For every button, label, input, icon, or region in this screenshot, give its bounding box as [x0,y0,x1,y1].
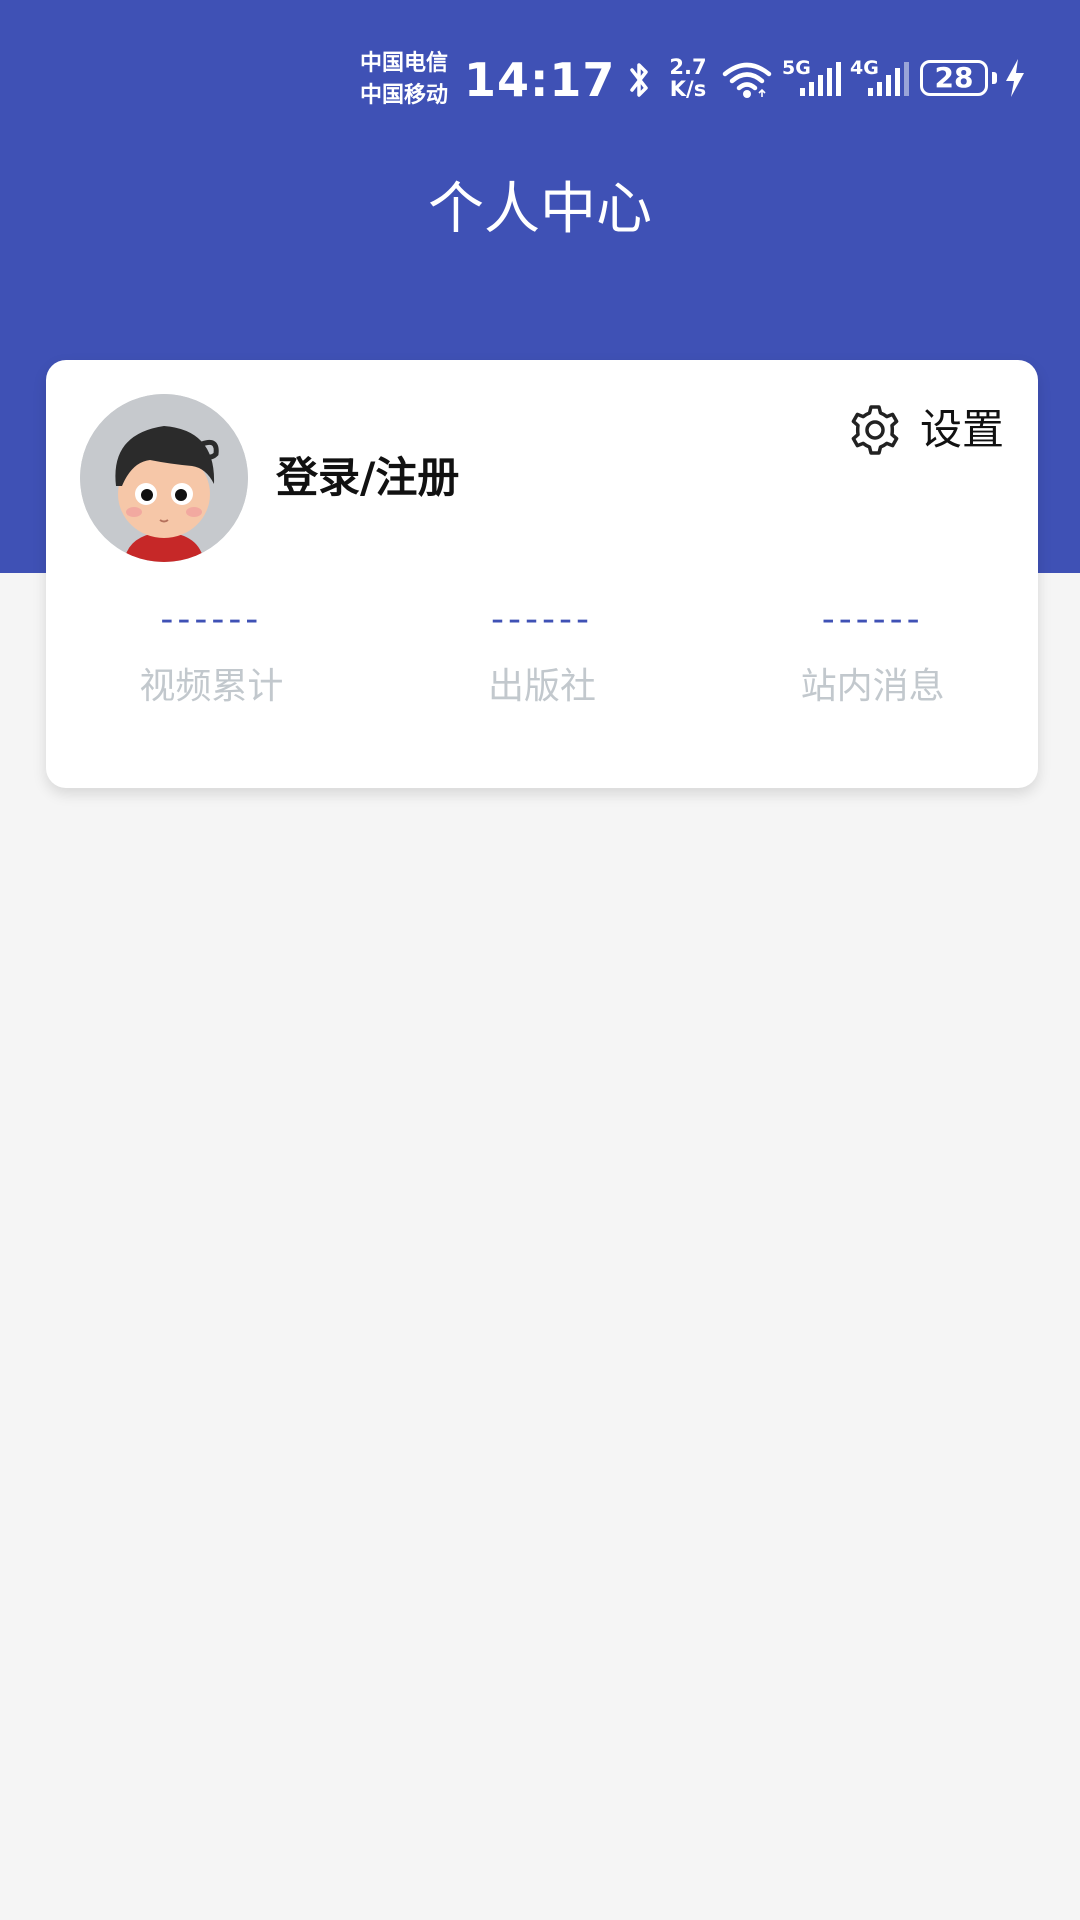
status-time: 14:17 [464,53,616,107]
net-speed: 2.7 K/s [668,56,708,100]
wifi-icon [722,62,772,98]
net-speed-value: 2.7 [669,55,707,79]
stat-value: ------ [491,599,593,640]
stat-label: 出版社 [488,666,597,707]
gear-icon [851,405,899,455]
carrier-2: 中国移动 [360,83,449,108]
stat-publisher[interactable]: ------ 出版社 [377,596,708,712]
settings-button[interactable]: 设置 [848,398,1004,462]
stat-value: ------ [160,599,263,640]
carrier-1: 中国电信 [360,51,449,76]
stat-video-total[interactable]: ------ 视频累计 [46,596,377,712]
profile-card: 登录/注册 设置 ------ 视频累计 ------ 出版社 ------ 站… [46,360,1038,788]
signal-4g-icon: 4G [850,58,910,100]
status-bar: 中国电信 中国移动 14:17 2.7 K/s 5G 4G 28 [0,0,1080,160]
stat-label: 站内消息 [800,666,945,707]
net-speed-unit: K/s [669,77,707,101]
bluetooth-icon [630,63,648,97]
battery-tip [992,72,997,84]
page-title: 个人中心 [428,177,652,242]
stat-label: 视频累计 [139,666,284,707]
avatar[interactable] [80,394,248,562]
stats-row: ------ 视频累计 ------ 出版社 ------ 站内消息 [46,596,1038,712]
charging-icon [1006,59,1024,97]
stat-messages[interactable]: ------ 站内消息 [707,596,1038,712]
settings-label: 设置 [919,405,1004,454]
signal-5g-icon: 5G [782,58,842,100]
login-register-link[interactable]: 登录/注册 [276,448,459,508]
avatar-image [80,394,248,562]
battery-icon: 28 [920,60,988,96]
stat-value: ------ [821,599,924,640]
carrier-info: 中国电信 中国移动 [360,48,448,112]
